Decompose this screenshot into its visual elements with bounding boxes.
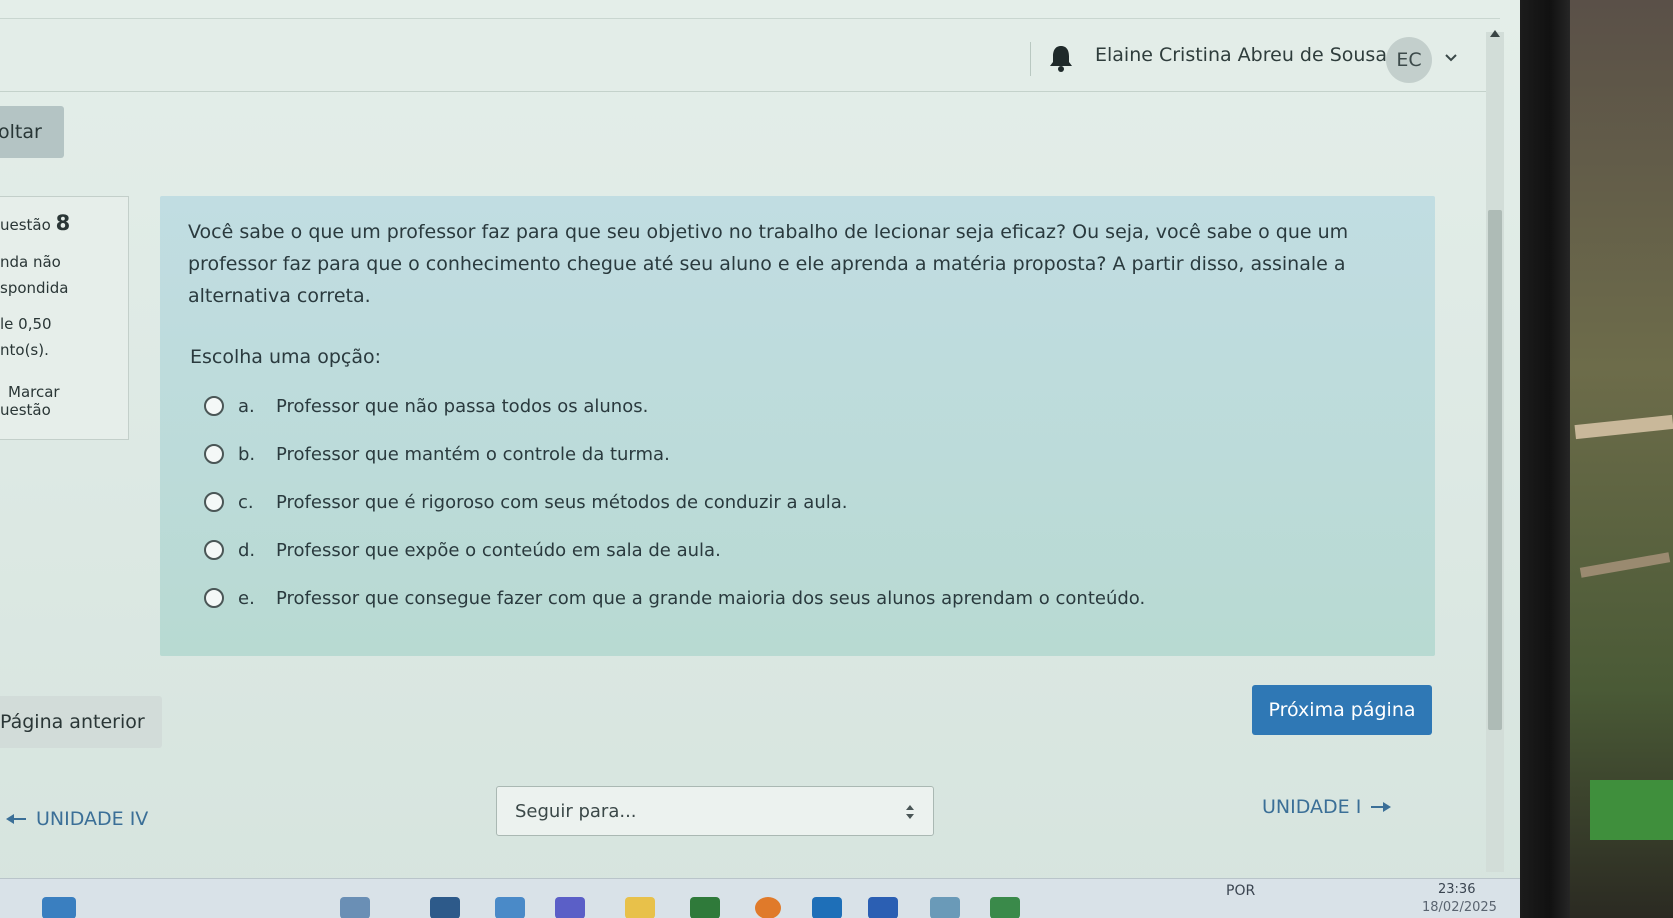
previous-activity-link[interactable]: UNIDADE IV xyxy=(6,808,148,830)
teams-icon[interactable] xyxy=(555,897,585,918)
calculator-icon[interactable] xyxy=(930,897,960,918)
background-scene xyxy=(1570,0,1673,918)
start-menu-icon[interactable] xyxy=(495,897,525,918)
radio-button[interactable] xyxy=(204,396,224,416)
flag-question-link[interactable]: Marcar uestão xyxy=(0,383,60,419)
radio-button[interactable] xyxy=(204,588,224,608)
clock-date[interactable]: 18/02/2025 xyxy=(1422,900,1497,915)
word-icon[interactable] xyxy=(868,897,898,918)
question-info-panel: uestão 8 nda não spondida le 0,50 nto(s)… xyxy=(0,196,129,440)
back-button-label: oltar xyxy=(0,121,42,143)
option-text: Professor que mantém o controle da turma… xyxy=(276,443,670,465)
browser-screen: Elaine Cristina Abreu de Sousa EC oltar … xyxy=(0,0,1520,918)
next-activity-link[interactable]: UNIDADE I xyxy=(1262,796,1392,818)
question-content: Você sabe o que um professor faz para qu… xyxy=(160,196,1435,656)
jump-to-select[interactable]: Seguir para... xyxy=(496,786,934,836)
navbar-divider xyxy=(1030,42,1031,76)
answer-option-b[interactable]: b. Professor que mantém o controle da tu… xyxy=(204,440,670,468)
answer-option-a[interactable]: a. Professor que não passa todos os alun… xyxy=(204,392,648,420)
file-explorer-icon[interactable] xyxy=(625,897,655,918)
clock-time[interactable]: 23:36 xyxy=(1438,882,1475,897)
option-text: Professor que não passa todos os alunos. xyxy=(276,395,649,417)
notification-bell-icon[interactable] xyxy=(1048,44,1074,72)
option-text: Professor que consegue fazer com que a g… xyxy=(276,587,1146,609)
user-avatar[interactable]: EC xyxy=(1386,37,1432,83)
chevron-down-icon[interactable] xyxy=(1443,50,1459,66)
radio-button[interactable] xyxy=(204,540,224,560)
app-icon[interactable] xyxy=(430,897,460,918)
answer-prompt: Escolha uma opção: xyxy=(190,346,382,368)
answer-option-d[interactable]: d. Professor que expõe o conteúdo em sal… xyxy=(204,536,721,564)
radio-button[interactable] xyxy=(204,444,224,464)
user-name[interactable]: Elaine Cristina Abreu de Sousa xyxy=(1095,44,1387,66)
option-text: Professor que é rigoroso com seus método… xyxy=(276,491,848,513)
keyboard-language[interactable]: POR xyxy=(1226,883,1255,899)
arrow-right-icon xyxy=(1371,802,1392,812)
question-status-line2: spondida xyxy=(0,279,69,297)
app-icon[interactable] xyxy=(812,897,842,918)
back-button[interactable]: oltar xyxy=(0,106,64,158)
app-icon[interactable] xyxy=(340,897,370,918)
arrow-left-icon xyxy=(6,814,26,824)
chrome-icon[interactable] xyxy=(755,897,781,918)
windows-taskbar: POR 23:36 18/02/2025 xyxy=(0,878,1520,918)
answer-option-e[interactable]: e. Professor que consegue fazer com que … xyxy=(204,584,1145,612)
option-text: Professor que expõe o conteúdo em sala d… xyxy=(276,539,721,561)
store-icon[interactable] xyxy=(690,897,720,918)
scrollbar-thumb[interactable] xyxy=(1488,210,1502,730)
answer-option-c[interactable]: c. Professor que é rigoroso com seus mét… xyxy=(204,488,847,516)
select-updown-icon xyxy=(906,805,914,819)
radio-button[interactable] xyxy=(204,492,224,512)
xbox-icon[interactable] xyxy=(990,897,1020,918)
question-text: Você sabe o que um professor faz para qu… xyxy=(188,221,1349,307)
question-status-line1: nda não xyxy=(0,253,61,271)
monitor-bezel xyxy=(1520,0,1570,918)
question-number: uestão 8 xyxy=(0,211,71,235)
jump-to-value: Seguir para... xyxy=(515,800,637,822)
scroll-up-arrow-icon[interactable] xyxy=(1490,30,1500,37)
weather-widget-icon[interactable] xyxy=(42,897,76,918)
question-grade-line2: nto(s). xyxy=(0,341,49,359)
previous-page-button[interactable]: Página anterior xyxy=(0,696,162,748)
next-page-button[interactable]: Próxima página xyxy=(1252,685,1432,735)
question-grade-line1: le 0,50 xyxy=(0,315,52,333)
